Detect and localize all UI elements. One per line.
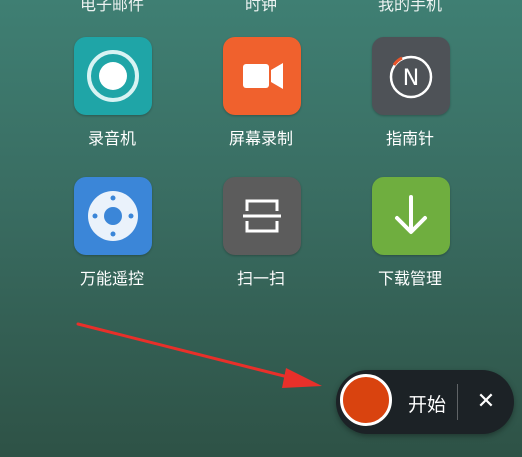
app-scan[interactable]: 扫一扫 (201, 177, 321, 297)
app-label-recorder: 录音机 (87, 129, 136, 148)
download-icon[interactable] (372, 177, 450, 255)
app-label-universal-remote: 万能遥控 (79, 269, 144, 288)
record-button[interactable] (340, 374, 392, 426)
app-label-download-manager: 下载管理 (377, 269, 442, 288)
app-recorder[interactable]: 录音机 (52, 37, 172, 157)
app-label-my-phone[interactable]: 我的手机 (350, 0, 470, 15)
start-label[interactable]: 开始 (408, 390, 446, 417)
top-app-row-partial: 电子邮件 时钟 我的手机 (0, 0, 522, 14)
app-download-manager[interactable]: 下载管理 (350, 177, 470, 297)
divider (457, 384, 458, 420)
screen-record-control: 开始 ✕ (336, 370, 514, 434)
compass-icon[interactable]: N (372, 37, 450, 115)
recorder-icon[interactable] (74, 37, 152, 115)
remote-control-icon[interactable] (74, 177, 152, 255)
scan-icon[interactable] (223, 177, 301, 255)
app-label-scan: 扫一扫 (236, 269, 285, 288)
app-label-email[interactable]: 电子邮件 (52, 0, 172, 15)
compass-letter: N (403, 66, 419, 91)
app-label-screen-record: 屏幕录制 (228, 129, 293, 148)
home-screen: 电子邮件 时钟 我的手机 录音机 屏幕录制 N 指南针 万能遥控 扫一扫 下载管… (0, 0, 522, 457)
app-compass[interactable]: N 指南针 (350, 37, 470, 157)
app-universal-remote[interactable]: 万能遥控 (52, 177, 172, 297)
app-label-clock[interactable]: 时钟 (201, 0, 321, 15)
app-screen-record[interactable]: 屏幕录制 (201, 37, 321, 157)
close-icon[interactable]: ✕ (472, 388, 500, 416)
app-label-compass: 指南针 (385, 129, 434, 148)
video-camera-icon[interactable] (223, 37, 301, 115)
